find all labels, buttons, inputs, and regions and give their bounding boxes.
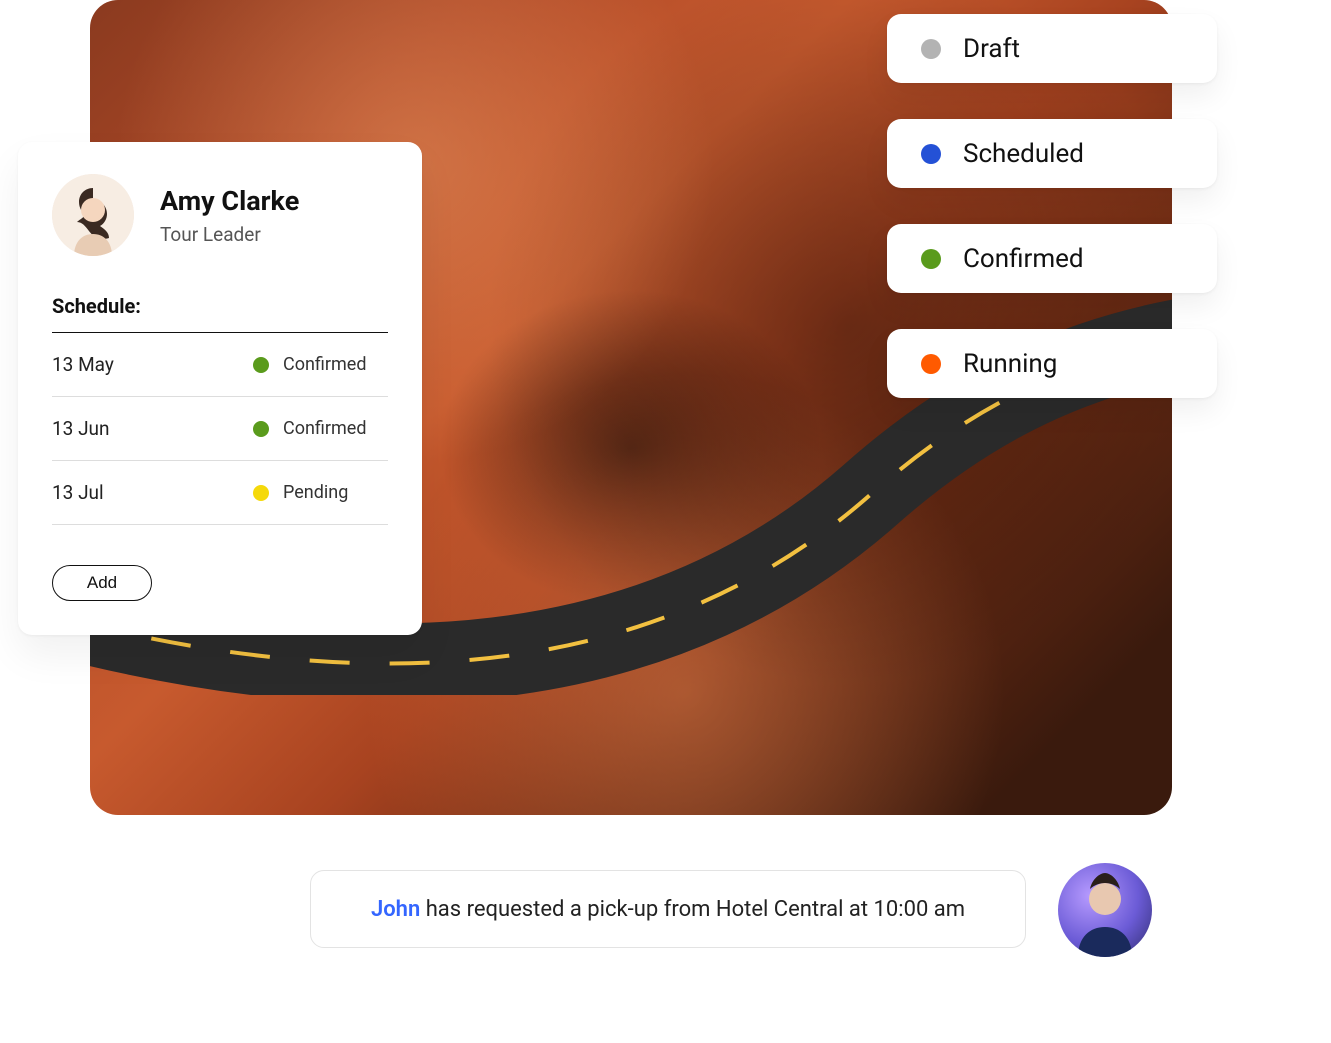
status-options-column: Draft Scheduled Confirmed Running [887,14,1217,398]
status-option-label: Confirmed [963,244,1084,274]
status-dot-icon [921,39,941,59]
schedule-status-label: Confirmed [283,418,366,439]
schedule-row: 13 May Confirmed [52,333,388,397]
schedule-date: 13 Jul [52,481,104,504]
status-dot-icon [921,249,941,269]
notification-avatar[interactable] [1058,863,1152,957]
profile-role: Tour Leader [160,223,299,246]
schedule-row: 13 Jul Pending [52,461,388,525]
notification-bubble: John has requested a pick-up from Hotel … [310,870,1026,948]
notification-user-mention[interactable]: John [371,897,420,922]
profile-identity: Amy Clarke Tour Leader [160,185,299,246]
schedule-status: Pending [253,482,388,503]
status-option-running[interactable]: Running [887,329,1217,398]
avatar-placeholder-icon [52,174,134,256]
notification-body: has requested a pick-up from Hotel Centr… [420,897,965,922]
notification-text: John has requested a pick-up from Hotel … [371,897,965,922]
status-dot-icon [253,485,269,501]
profile-name: Amy Clarke [160,185,299,217]
status-option-label: Running [963,349,1057,379]
profile-card: Amy Clarke Tour Leader Schedule: 13 May … [18,142,422,635]
status-option-confirmed[interactable]: Confirmed [887,224,1217,293]
schedule-status: Confirmed [253,418,388,439]
schedule-status-label: Pending [283,482,348,503]
profile-avatar [52,174,134,256]
schedule-date: 13 May [52,353,114,376]
status-option-draft[interactable]: Draft [887,14,1217,83]
status-option-scheduled[interactable]: Scheduled [887,119,1217,188]
status-option-label: Draft [963,34,1020,64]
status-option-label: Scheduled [963,139,1084,169]
schedule-status: Confirmed [253,354,388,375]
avatar-placeholder-icon [1058,863,1152,957]
status-dot-icon [253,357,269,373]
status-dot-icon [253,421,269,437]
status-dot-icon [921,144,941,164]
schedule-date: 13 Jun [52,417,110,440]
schedule-row: 13 Jun Confirmed [52,397,388,461]
profile-header: Amy Clarke Tour Leader [52,174,388,256]
schedule-status-label: Confirmed [283,354,366,375]
status-dot-icon [921,354,941,374]
add-button[interactable]: Add [52,565,152,601]
schedule-heading: Schedule: [52,294,388,333]
